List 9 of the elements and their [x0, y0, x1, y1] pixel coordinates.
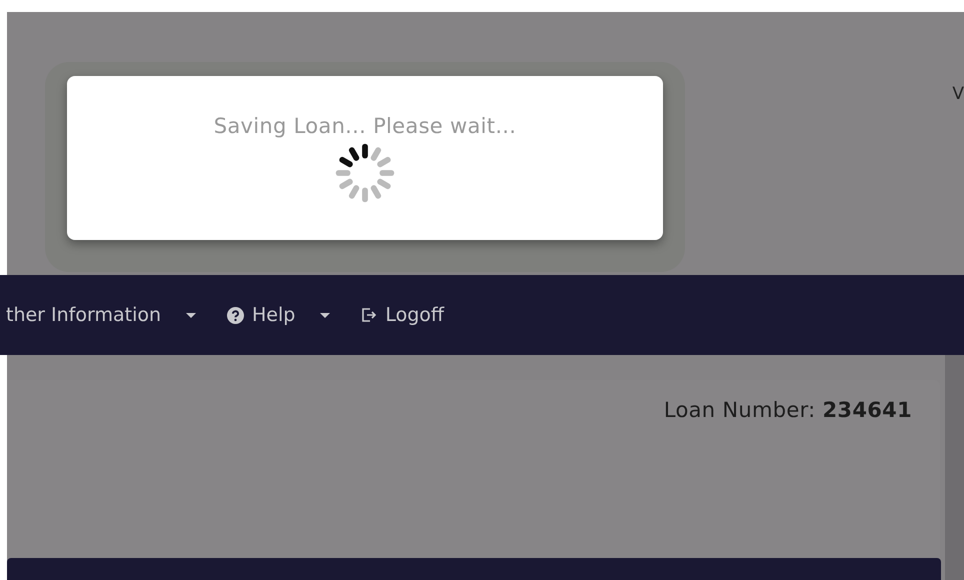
logout-icon [361, 307, 378, 323]
loan-number: Loan Number: 234641 [664, 398, 912, 422]
help-icon [227, 306, 244, 324]
saving-message: Saving Loan... Please wait... [214, 114, 516, 138]
nav-menu-item[interactable]: Logoff [355, 304, 450, 326]
nav-menu-item[interactable]: ther Information [0, 304, 204, 326]
spinner-icon [334, 142, 396, 204]
nav-menu-item[interactable]: Help [221, 304, 338, 326]
header-text: V [952, 84, 964, 104]
